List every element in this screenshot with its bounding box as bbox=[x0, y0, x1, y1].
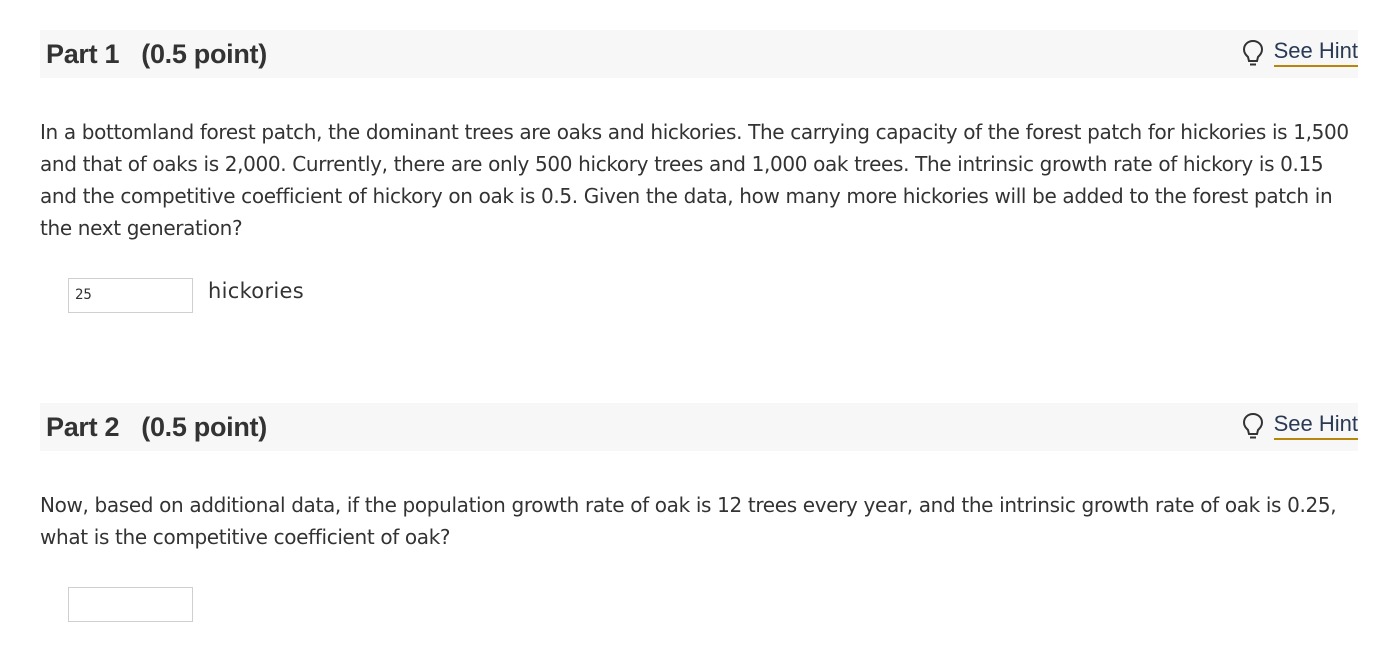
part-2-answer-input[interactable] bbox=[68, 587, 193, 622]
part-2-title: Part 2 (0.5 point) bbox=[46, 412, 267, 443]
part-2-question: Now, based on additional data, if the po… bbox=[40, 493, 1337, 549]
part-1-points: (0.5 point) bbox=[141, 39, 267, 69]
part-1-unit-label: hickories bbox=[208, 279, 304, 303]
part-1-title: Part 1 (0.5 point) bbox=[46, 39, 267, 70]
part-1-question: In a bottomland forest patch, the domina… bbox=[40, 120, 1349, 240]
lightbulb-icon bbox=[1242, 39, 1263, 66]
part-2-points: (0.5 point) bbox=[141, 412, 267, 442]
part-2-see-hint-link[interactable]: See Hint bbox=[1242, 411, 1358, 443]
part-2-hint-label: See Hint bbox=[1273, 411, 1358, 440]
part-1-answer-input[interactable]: 25 bbox=[68, 278, 193, 313]
part-1-label: Part 1 bbox=[46, 39, 120, 69]
part-1-hint-label: See Hint bbox=[1273, 38, 1358, 67]
part-1-see-hint-link[interactable]: See Hint bbox=[1242, 38, 1358, 70]
part-1-header: Part 1 (0.5 point) See Hint bbox=[40, 30, 1358, 78]
part-2-label: Part 2 bbox=[46, 412, 120, 442]
part-2-header: Part 2 (0.5 point) See Hint bbox=[40, 403, 1358, 451]
lightbulb-icon bbox=[1242, 412, 1263, 439]
